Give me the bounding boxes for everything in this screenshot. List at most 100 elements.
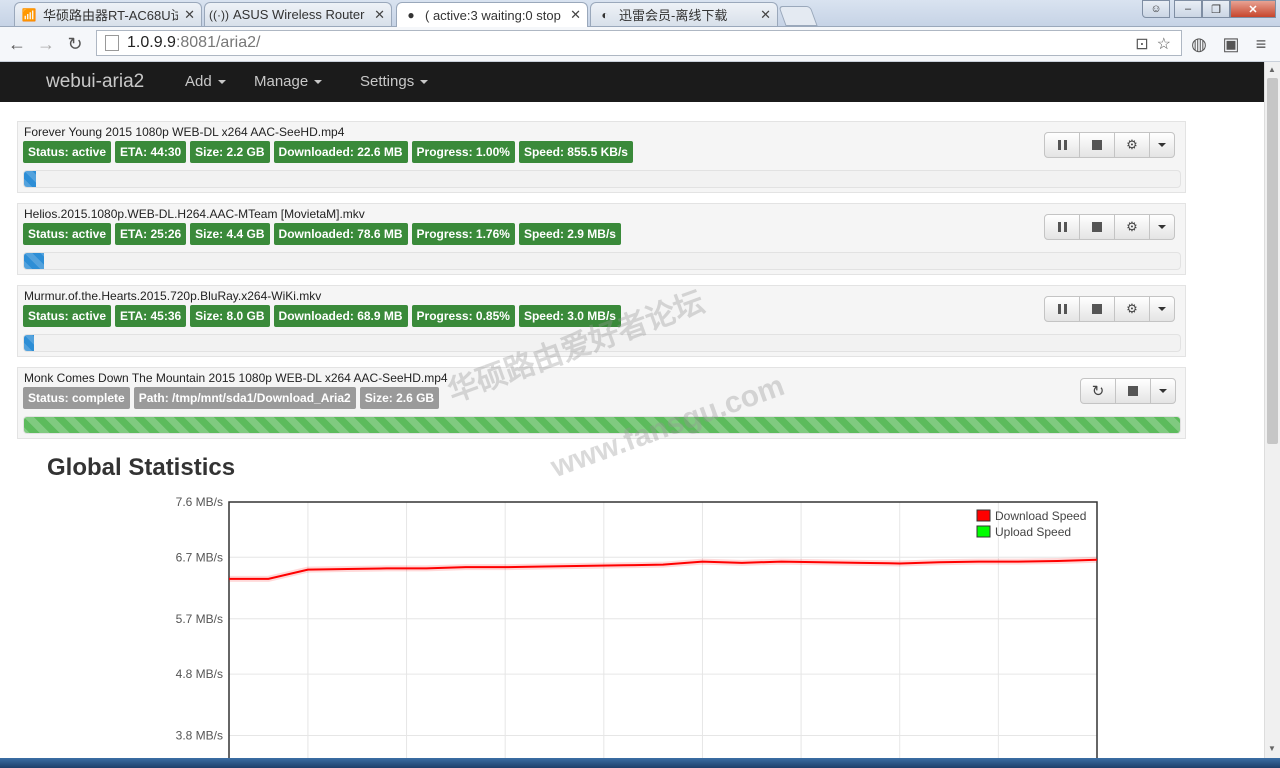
download-item: Murmur.of.the.Hearts.2015.720p.BluRay.x2… bbox=[17, 285, 1186, 357]
pause-button[interactable] bbox=[1044, 132, 1080, 158]
remove-button[interactable] bbox=[1115, 378, 1151, 404]
minimize-button[interactable]: – bbox=[1174, 0, 1202, 18]
downloaded-label: Downloaded: 22.6 MB bbox=[273, 141, 408, 163]
legend-label: Download Speed bbox=[995, 509, 1086, 523]
stop-button[interactable] bbox=[1079, 296, 1115, 322]
maximize-button[interactable]: ❐ bbox=[1202, 0, 1230, 18]
stop-icon bbox=[1092, 222, 1102, 232]
y-tick-label: 3.8 MB/s bbox=[176, 729, 223, 743]
download-item: Forever Young 2015 1080p WEB-DL x264 AAC… bbox=[17, 121, 1186, 193]
download-item: Helios.2015.1080p.WEB-DL.H264.AAC-MTeam … bbox=[17, 203, 1186, 275]
menu-add[interactable]: Add bbox=[185, 73, 226, 90]
scroll-down-icon[interactable]: ▼ bbox=[1268, 744, 1276, 753]
status-label: Status: complete bbox=[23, 387, 130, 409]
globe-icon[interactable]: ◍ bbox=[1188, 33, 1210, 55]
pause-icon bbox=[1057, 304, 1067, 314]
menu-settings[interactable]: Settings bbox=[360, 73, 429, 90]
browser-tab-strip: 📶 华硕路由器RT-AC68U试用 ✕ ((·)) ASUS Wireless … bbox=[0, 0, 1280, 27]
speed-label: Speed: 2.9 MB/s bbox=[518, 223, 621, 245]
scrollbar-thumb[interactable] bbox=[1267, 78, 1278, 444]
downloaded-label: Downloaded: 78.6 MB bbox=[273, 223, 408, 245]
download-labels: Status: active ETA: 25:26 Size: 4.4 GB D… bbox=[23, 223, 621, 245]
user-icon[interactable]: ☺ bbox=[1142, 0, 1170, 18]
browser-tab-1[interactable]: 📶 华硕路由器RT-AC68U试用 ✕ bbox=[14, 2, 202, 26]
pause-icon bbox=[1057, 222, 1067, 232]
tab-label: 华硕路由器RT-AC68U试用 bbox=[43, 8, 178, 23]
eta-label: ETA: 45:36 bbox=[115, 305, 187, 327]
more-dropdown-button[interactable] bbox=[1149, 132, 1175, 158]
back-icon[interactable]: ← bbox=[6, 33, 28, 55]
restart-button[interactable]: ↻ bbox=[1080, 378, 1116, 404]
size-label: Size: 2.2 GB bbox=[190, 141, 270, 163]
thunder-icon: ◐ bbox=[601, 7, 609, 22]
more-dropdown-button[interactable] bbox=[1149, 296, 1175, 322]
status-label: Status: active bbox=[23, 223, 112, 245]
new-tab-button[interactable] bbox=[778, 6, 818, 26]
pause-button[interactable] bbox=[1044, 296, 1080, 322]
translate-icon[interactable]: ⊡ bbox=[1135, 34, 1148, 54]
legend-label: Upload Speed bbox=[995, 525, 1071, 539]
gear-icon: ⚙ bbox=[1126, 301, 1138, 316]
progress-bar bbox=[23, 416, 1181, 434]
download-labels: Status: active ETA: 45:36 Size: 8.0 GB D… bbox=[23, 305, 621, 327]
forward-icon[interactable]: → bbox=[35, 33, 57, 55]
settings-button[interactable]: ⚙ bbox=[1114, 296, 1150, 322]
brand-logo[interactable]: webui-aria2 bbox=[46, 71, 144, 93]
close-icon[interactable]: ✕ bbox=[570, 7, 581, 23]
browser-tab-2[interactable]: ((·)) ASUS Wireless Router R ✕ bbox=[204, 2, 392, 26]
caret-down-icon bbox=[420, 80, 429, 85]
extension-icon[interactable]: ▣ bbox=[1220, 33, 1242, 55]
page-scrollbar[interactable]: ▲ ▼ bbox=[1264, 62, 1280, 758]
y-tick-label: 5.7 MB/s bbox=[176, 612, 223, 626]
address-toolbar: ← → ↻ 1.0.9.9:8081/aria2/ ⊡ ☆ ◍ ▣ ≡ bbox=[0, 27, 1280, 62]
download-actions: ⚙ bbox=[1044, 132, 1175, 158]
close-window-button[interactable]: ✕ bbox=[1230, 0, 1276, 18]
speed-label: Speed: 3.0 MB/s bbox=[518, 305, 621, 327]
pause-icon bbox=[1057, 140, 1067, 150]
refresh-icon: ↻ bbox=[1091, 383, 1105, 400]
stop-icon bbox=[1128, 386, 1138, 396]
section-title: Global Statistics bbox=[47, 454, 236, 481]
browser-tab-3[interactable]: ● ( active:3 waiting:0 stop ✕ bbox=[396, 2, 588, 27]
address-bar[interactable]: 1.0.9.9:8081/aria2/ ⊡ ☆ bbox=[96, 30, 1182, 56]
download-name: Forever Young 2015 1080p WEB-DL x264 AAC… bbox=[24, 125, 345, 139]
more-dropdown-button[interactable] bbox=[1149, 214, 1175, 240]
download-actions: ⚙ bbox=[1044, 296, 1175, 322]
tab-label: ASUS Wireless Router R bbox=[233, 7, 369, 22]
page-icon bbox=[105, 35, 119, 51]
status-label: Status: active bbox=[23, 141, 112, 163]
progress-label: Progress: 1.76% bbox=[411, 223, 515, 245]
download-item: Monk Comes Down The Mountain 2015 1080p … bbox=[17, 367, 1186, 439]
close-icon[interactable]: ✕ bbox=[184, 7, 195, 23]
close-icon[interactable]: ✕ bbox=[760, 7, 771, 23]
downloaded-label: Downloaded: 68.9 MB bbox=[273, 305, 408, 327]
status-label: Status: active bbox=[23, 305, 112, 327]
star-icon[interactable]: ☆ bbox=[1157, 34, 1171, 54]
path-label: Path: /tmp/mnt/sda1/Download_Aria2 bbox=[133, 387, 356, 409]
settings-button[interactable]: ⚙ bbox=[1114, 214, 1150, 240]
progress-bar bbox=[23, 170, 1181, 188]
scroll-up-icon[interactable]: ▲ bbox=[1268, 65, 1276, 74]
reload-icon[interactable]: ↻ bbox=[64, 33, 86, 55]
menu-manage[interactable]: Manage bbox=[254, 73, 323, 90]
taskbar bbox=[0, 758, 1280, 768]
download-actions: ⚙ bbox=[1044, 214, 1175, 240]
progress-label: Progress: 0.85% bbox=[411, 305, 515, 327]
y-tick-label: 7.6 MB/s bbox=[176, 495, 223, 509]
pause-button[interactable] bbox=[1044, 214, 1080, 240]
stop-button[interactable] bbox=[1079, 214, 1115, 240]
more-dropdown-button[interactable] bbox=[1150, 378, 1176, 404]
close-icon[interactable]: ✕ bbox=[374, 7, 385, 23]
browser-tab-4[interactable]: ◐ 迅雷会员-离线下载 ✕ bbox=[590, 2, 778, 26]
stop-button[interactable] bbox=[1079, 132, 1115, 158]
settings-button[interactable]: ⚙ bbox=[1114, 132, 1150, 158]
caret-down-icon bbox=[1158, 307, 1166, 311]
download-labels: Status: active ETA: 44:30 Size: 2.2 GB D… bbox=[23, 141, 633, 163]
legend-swatch bbox=[976, 525, 991, 538]
menu-icon[interactable]: ≡ bbox=[1250, 33, 1272, 55]
eta-label: ETA: 44:30 bbox=[115, 141, 187, 163]
y-tick-label: 6.7 MB/s bbox=[176, 550, 223, 564]
download-actions: ↻ bbox=[1080, 378, 1176, 404]
progress-bar bbox=[23, 334, 1181, 352]
eta-label: ETA: 25:26 bbox=[115, 223, 187, 245]
